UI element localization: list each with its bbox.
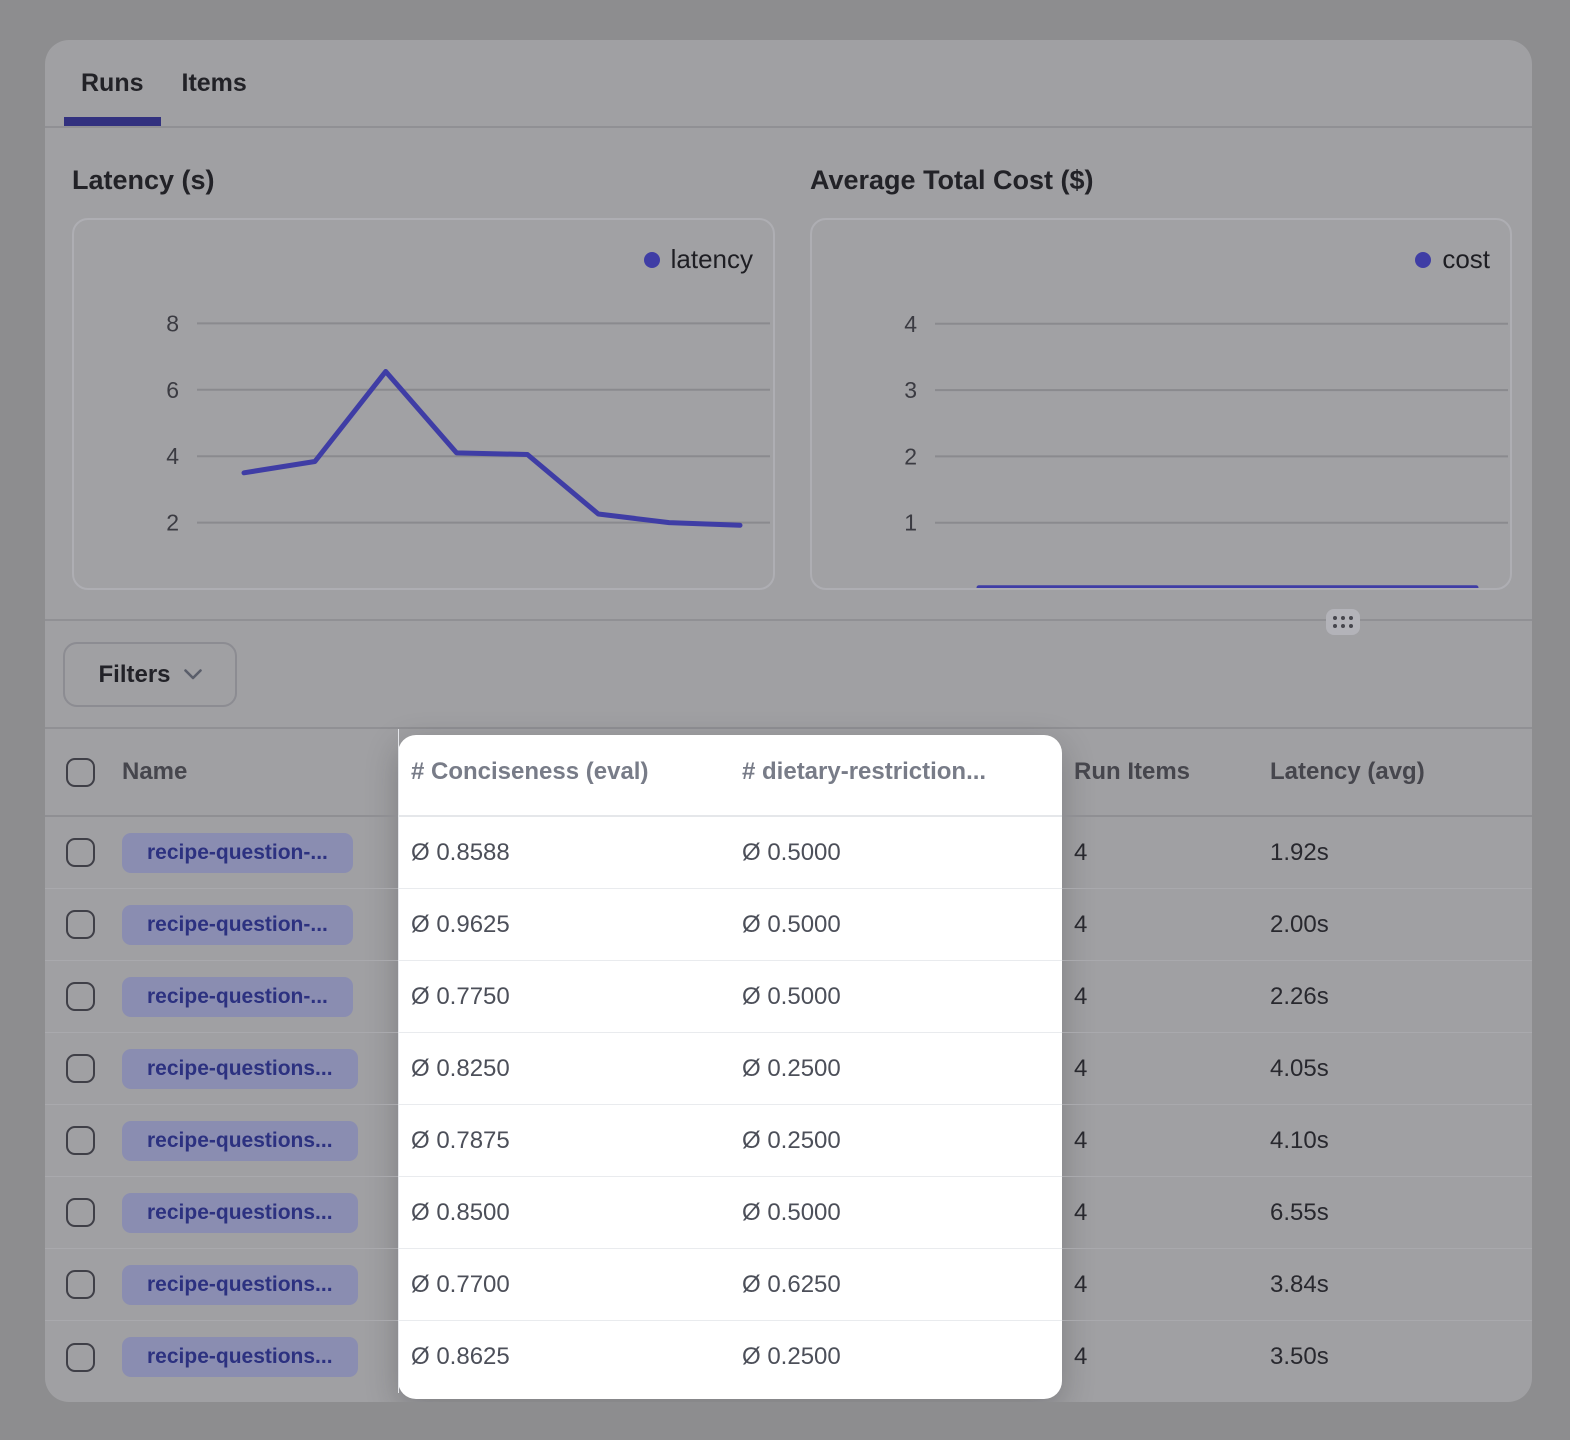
select-all-checkbox[interactable] [66, 758, 95, 787]
cost-legend-label: cost [1442, 244, 1490, 275]
column-header-latency: Latency (avg) [1258, 729, 1532, 817]
svg-text:6: 6 [166, 377, 179, 403]
dietary-value: Ø 0.5000 [730, 889, 1062, 961]
row-checkbox[interactable] [66, 1054, 95, 1083]
run-name-pill[interactable]: recipe-question-... [122, 905, 353, 945]
charts-section-divider [45, 619, 1532, 621]
grip-dots-icon [1333, 616, 1353, 628]
run-name-pill[interactable]: recipe-questions... [122, 1193, 358, 1233]
table-row: recipe-question-... Ø 0.8588 Ø 0.5000 4 … [45, 817, 1532, 889]
run-items-value: 4 [1062, 961, 1258, 1033]
tab-bar: Runs Items [45, 40, 1532, 128]
dietary-value: Ø 0.2500 [730, 1321, 1062, 1393]
row-checkbox[interactable] [66, 1126, 95, 1155]
cost-legend: cost [1415, 244, 1490, 275]
latency-legend-label: latency [671, 244, 753, 275]
table-row: recipe-questions... Ø 0.8625 Ø 0.2500 4 … [45, 1321, 1532, 1393]
table-row: recipe-questions... Ø 0.8500 Ø 0.5000 4 … [45, 1177, 1532, 1249]
tab-runs[interactable]: Runs [64, 40, 161, 126]
table-row: recipe-questions... Ø 0.8250 Ø 0.2500 4 … [45, 1033, 1532, 1105]
dietary-value: Ø 0.6250 [730, 1249, 1062, 1321]
tab-items[interactable]: Items [165, 40, 264, 126]
cost-chart-title: Average Total Cost ($) [810, 165, 1094, 196]
cost-chart-card: 1 2 3 4 cost [810, 218, 1512, 590]
conciseness-value: Ø 0.7875 [398, 1105, 730, 1177]
latency-value: 3.84s [1258, 1249, 1532, 1321]
svg-text:4: 4 [166, 443, 179, 469]
svg-text:8: 8 [166, 310, 179, 336]
dietary-value: Ø 0.2500 [730, 1105, 1062, 1177]
run-items-value: 4 [1062, 1105, 1258, 1177]
run-name-pill[interactable]: recipe-question-... [122, 833, 353, 873]
latency-legend: latency [644, 244, 753, 275]
table-row: recipe-question-... Ø 0.9625 Ø 0.5000 4 … [45, 889, 1532, 961]
svg-text:1: 1 [904, 510, 917, 536]
svg-text:3: 3 [904, 377, 917, 403]
row-checkbox[interactable] [66, 838, 95, 867]
column-header-conciseness: # Conciseness (eval) [398, 729, 730, 817]
conciseness-value: Ø 0.7700 [398, 1249, 730, 1321]
filters-button-label: Filters [98, 661, 170, 689]
run-items-value: 4 [1062, 1033, 1258, 1105]
latency-value: 3.50s [1258, 1321, 1532, 1393]
main-card: Runs Items Latency (s) Average Total Cos… [45, 40, 1532, 1402]
table-row: recipe-questions... Ø 0.7875 Ø 0.2500 4 … [45, 1105, 1532, 1177]
run-items-value: 4 [1062, 1321, 1258, 1393]
latency-value: 6.55s [1258, 1177, 1532, 1249]
run-items-value: 4 [1062, 817, 1258, 889]
row-checkbox[interactable] [66, 1198, 95, 1227]
svg-text:2: 2 [166, 510, 179, 536]
svg-text:2: 2 [904, 443, 917, 469]
latency-value: 4.05s [1258, 1033, 1532, 1105]
tab-items-label: Items [182, 69, 247, 98]
row-checkbox[interactable] [66, 982, 95, 1011]
conciseness-value: Ø 0.7750 [398, 961, 730, 1033]
run-name-pill[interactable]: recipe-questions... [122, 1049, 358, 1089]
latency-value: 1.92s [1258, 817, 1532, 889]
drag-handle-icon[interactable] [1326, 609, 1360, 635]
conciseness-value: Ø 0.8625 [398, 1321, 730, 1393]
column-header-name: Name [122, 729, 398, 817]
page-background: Runs Items Latency (s) Average Total Cos… [0, 0, 1570, 1440]
run-name-pill[interactable]: recipe-questions... [122, 1337, 358, 1377]
latency-legend-dot-icon [644, 252, 660, 268]
latency-chart-title: Latency (s) [72, 165, 215, 196]
latency-value: 2.26s [1258, 961, 1532, 1033]
conciseness-value: Ø 0.8250 [398, 1033, 730, 1105]
conciseness-value: Ø 0.9625 [398, 889, 730, 961]
row-checkbox[interactable] [66, 1270, 95, 1299]
latency-chart-card: 2 4 6 8 latency [72, 218, 775, 590]
dietary-value: Ø 0.5000 [730, 961, 1062, 1033]
latency-value: 2.00s [1258, 889, 1532, 961]
latency-line-chart: 2 4 6 8 [74, 220, 773, 588]
run-items-value: 4 [1062, 1177, 1258, 1249]
run-items-value: 4 [1062, 1249, 1258, 1321]
table-row: recipe-question-... Ø 0.7750 Ø 0.5000 4 … [45, 961, 1532, 1033]
row-checkbox[interactable] [66, 910, 95, 939]
row-checkbox[interactable] [66, 1343, 95, 1372]
run-name-pill[interactable]: recipe-question-... [122, 977, 353, 1017]
column-header-dietary: # dietary-restriction... [730, 729, 1062, 817]
run-items-value: 4 [1062, 889, 1258, 961]
conciseness-value: Ø 0.8588 [398, 817, 730, 889]
table-row: recipe-questions... Ø 0.7700 Ø 0.6250 4 … [45, 1249, 1532, 1321]
tab-runs-label: Runs [81, 69, 144, 98]
run-name-pill[interactable]: recipe-questions... [122, 1121, 358, 1161]
dietary-value: Ø 0.5000 [730, 1177, 1062, 1249]
dietary-value: Ø 0.5000 [730, 817, 1062, 889]
chevron-down-icon [184, 669, 202, 680]
filters-button[interactable]: Filters [63, 642, 237, 707]
column-header-run-items: Run Items [1062, 729, 1258, 817]
svg-text:4: 4 [904, 311, 917, 337]
dietary-value: Ø 0.2500 [730, 1033, 1062, 1105]
runs-table: Name # Conciseness (eval) # dietary-rest… [45, 727, 1532, 1402]
cost-line-chart: 1 2 3 4 [812, 220, 1510, 588]
table-header-row: Name # Conciseness (eval) # dietary-rest… [45, 729, 1532, 817]
conciseness-value: Ø 0.8500 [398, 1177, 730, 1249]
run-name-pill[interactable]: recipe-questions... [122, 1265, 358, 1305]
cost-legend-dot-icon [1415, 252, 1431, 268]
latency-value: 4.10s [1258, 1105, 1532, 1177]
